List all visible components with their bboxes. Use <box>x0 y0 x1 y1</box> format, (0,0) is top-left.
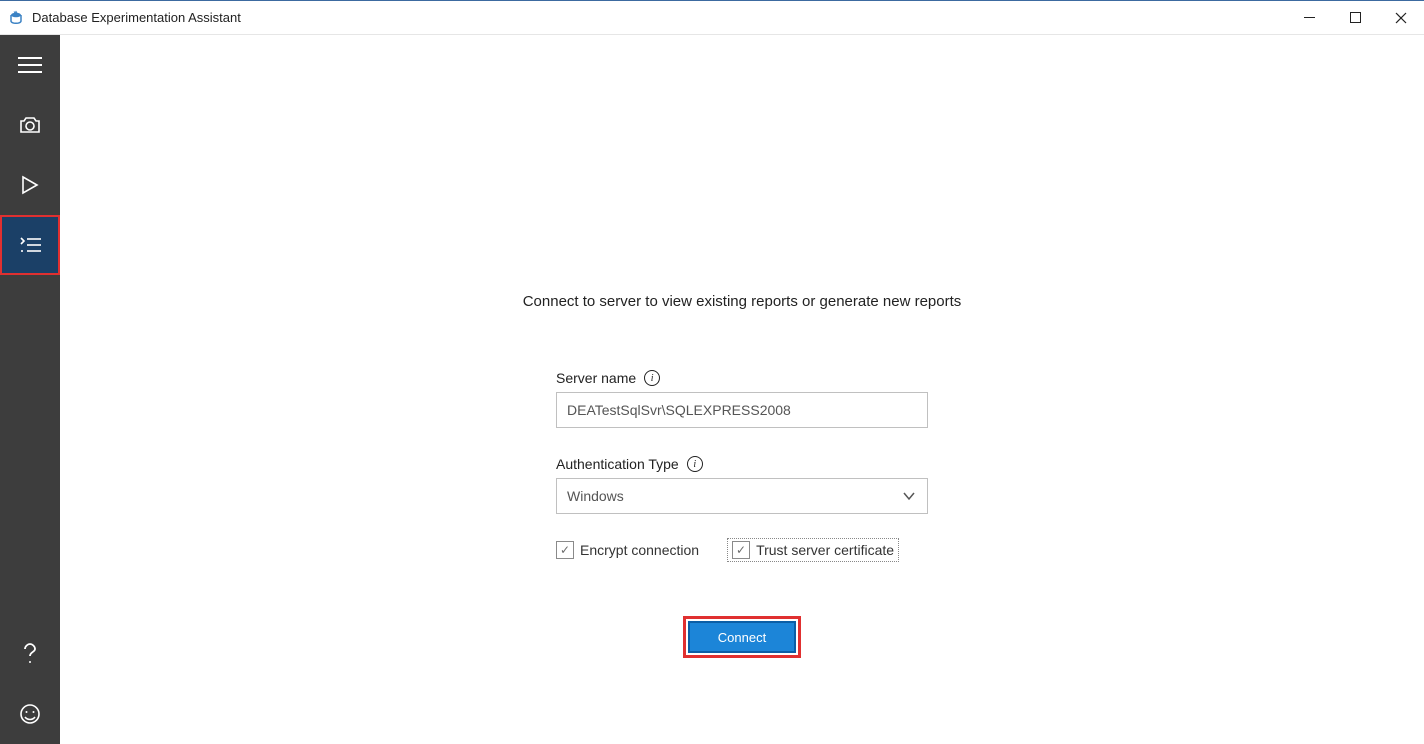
main-content: Connect to server to view existing repor… <box>60 35 1424 744</box>
server-name-label: Server name <box>556 370 636 386</box>
connect-button[interactable]: Connect <box>688 621 796 653</box>
sidebar-capture-button[interactable] <box>0 95 60 155</box>
sidebar-menu-button[interactable] <box>0 35 60 95</box>
sidebar-play-button[interactable] <box>0 155 60 215</box>
trust-certificate-checkbox[interactable]: ✓ Trust server certificate <box>727 538 899 562</box>
connect-button-highlight: Connect <box>683 616 801 658</box>
auth-type-select[interactable] <box>556 478 928 514</box>
trust-label: Trust server certificate <box>756 542 894 558</box>
server-name-input[interactable] <box>556 392 928 428</box>
info-icon[interactable]: i <box>687 456 703 472</box>
encrypt-label: Encrypt connection <box>580 542 699 558</box>
window-title: Database Experimentation Assistant <box>32 10 241 25</box>
close-button[interactable] <box>1378 1 1424 35</box>
maximize-button[interactable] <box>1332 1 1378 35</box>
server-name-label-row: Server name i <box>556 370 928 386</box>
auth-type-label: Authentication Type <box>556 456 679 472</box>
sidebar <box>0 35 60 744</box>
sidebar-reports-button[interactable] <box>0 215 60 275</box>
auth-type-label-row: Authentication Type i <box>556 456 928 472</box>
page-heading: Connect to server to view existing repor… <box>502 293 982 310</box>
checkbox-icon: ✓ <box>556 541 574 559</box>
sidebar-help-button[interactable] <box>0 624 60 684</box>
app-icon <box>8 10 24 26</box>
checkbox-icon: ✓ <box>732 541 750 559</box>
window-controls <box>1286 1 1424 35</box>
minimize-button[interactable] <box>1286 1 1332 35</box>
encrypt-connection-checkbox[interactable]: ✓ Encrypt connection <box>556 541 699 559</box>
auth-type-value[interactable] <box>556 478 928 514</box>
sidebar-feedback-button[interactable] <box>0 684 60 744</box>
info-icon[interactable]: i <box>644 370 660 386</box>
title-bar: Database Experimentation Assistant <box>0 1 1424 35</box>
